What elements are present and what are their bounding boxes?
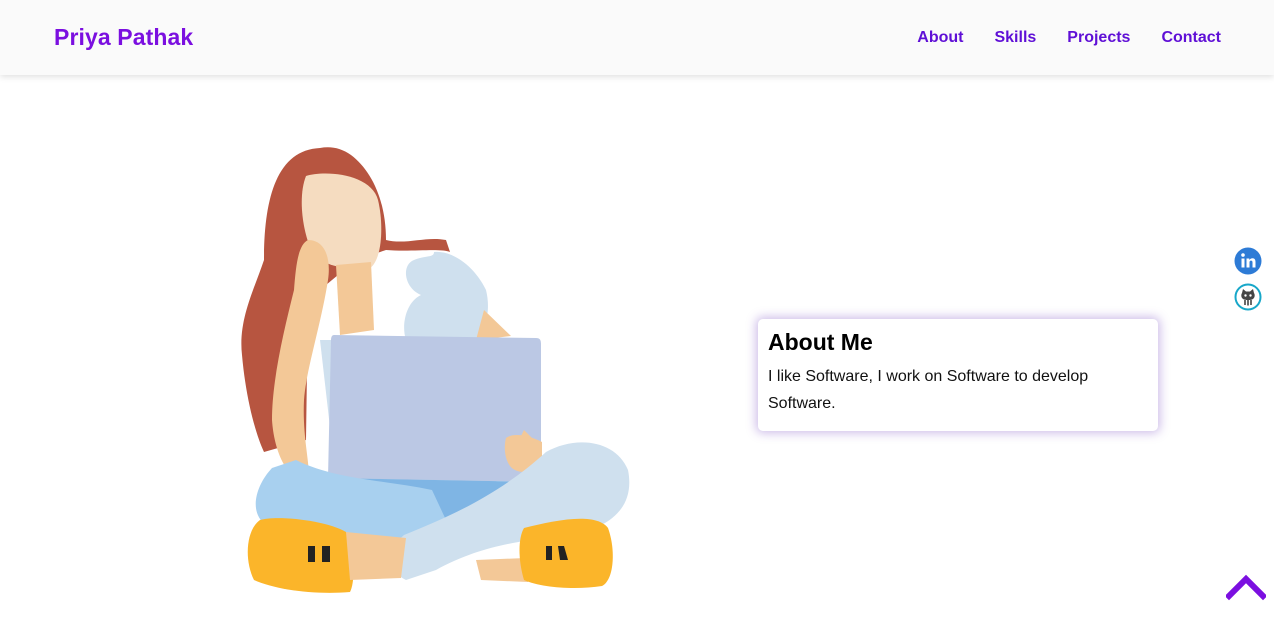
linkedin-icon — [1234, 247, 1262, 275]
scroll-to-top-button[interactable] — [1224, 572, 1268, 604]
nav-link-contact[interactable]: Contact — [1161, 29, 1221, 47]
about-card: About Me I like Software, I work on Soft… — [758, 319, 1158, 431]
github-icon — [1234, 283, 1262, 311]
hero-illustration — [236, 140, 636, 600]
nav-link-projects[interactable]: Projects — [1067, 29, 1130, 47]
brand-name[interactable]: Priya Pathak — [54, 24, 193, 51]
navbar: Priya Pathak About Skills Projects Conta… — [0, 0, 1274, 75]
chevron-up-icon — [1224, 574, 1268, 601]
social-links — [1234, 247, 1262, 311]
nav-link-about[interactable]: About — [917, 29, 963, 47]
nav-link-skills[interactable]: Skills — [994, 29, 1036, 47]
github-button[interactable] — [1234, 283, 1262, 311]
girl-with-laptop-illustration — [241, 147, 630, 593]
about-text: I like Software, I work on Software to d… — [768, 368, 1089, 412]
nav-menu: About Skills Projects Contact — [886, 29, 1221, 47]
linkedin-button[interactable] — [1234, 247, 1262, 275]
about-title: About Me — [768, 329, 873, 355]
